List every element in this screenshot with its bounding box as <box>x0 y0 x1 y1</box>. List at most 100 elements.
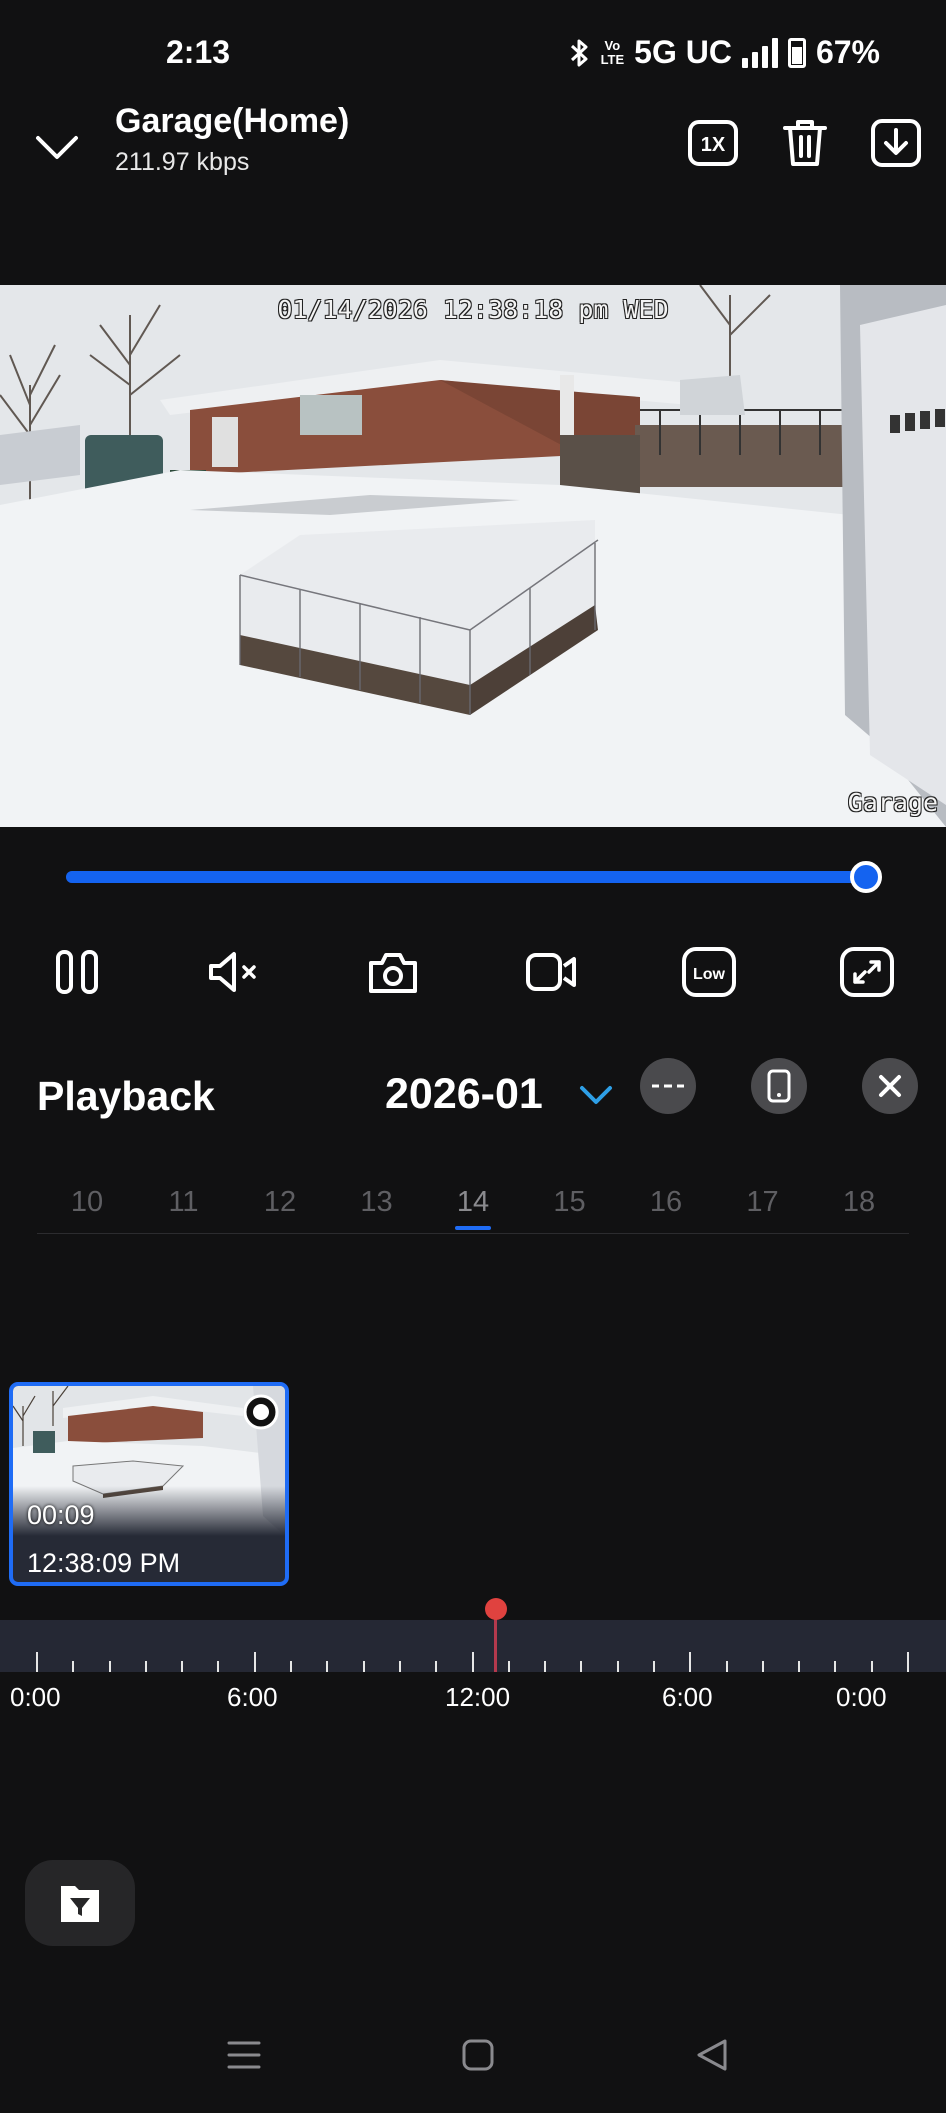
home-button[interactable] <box>448 2020 508 2090</box>
battery-icon <box>787 37 806 68</box>
snapshot-button[interactable] <box>361 940 425 1004</box>
day-item[interactable]: 16 <box>636 1186 696 1219</box>
recording-clip[interactable]: 00:09 12:38:09 PM <box>9 1382 289 1586</box>
timeline-tick <box>144 1661 147 1672</box>
filter-icon <box>61 1886 99 1922</box>
timeline-tick <box>326 1661 329 1672</box>
speed-label: 1X <box>701 134 726 156</box>
download-icon <box>871 119 921 167</box>
day-item[interactable]: 10 <box>57 1186 117 1219</box>
timeline-label: 0:00 <box>836 1682 887 1712</box>
device-storage-button[interactable] <box>751 1058 807 1114</box>
timeline-label: 0:00 <box>10 1682 61 1712</box>
home-icon <box>462 2039 494 2071</box>
timeline-tick <box>72 1661 75 1672</box>
timeline-tick <box>544 1661 547 1672</box>
video-player[interactable]: 01/14/2026 12:38:18 pm WED Garage <box>0 285 946 827</box>
network-type: 5G UC <box>634 34 732 70</box>
close-playback-button[interactable] <box>862 1058 918 1114</box>
clip-duration: 00:09 <box>27 1500 95 1530</box>
close-icon <box>879 1075 901 1097</box>
bitrate-label: 211.97 kbps <box>115 148 250 176</box>
timeline-tick <box>652 1661 655 1672</box>
day-selector: 10 11 12 13 14 15 16 17 18 <box>37 1178 909 1234</box>
timeline-playhead[interactable] <box>494 1612 497 1672</box>
timeline-tick <box>471 1652 474 1672</box>
delete-button[interactable] <box>777 115 833 171</box>
timeline-tick <box>362 1661 365 1672</box>
day-item[interactable]: 14 <box>443 1186 503 1219</box>
progress-fill <box>66 871 866 883</box>
timeline-tick <box>435 1661 438 1672</box>
more-button[interactable] <box>640 1058 696 1114</box>
system-nav-bar <box>0 2020 946 2090</box>
timeline-tick <box>580 1661 583 1672</box>
mute-icon <box>209 952 256 992</box>
battery-percent: 67% <box>815 34 880 70</box>
day-item[interactable]: 11 <box>154 1186 214 1219</box>
chevron-down-icon <box>36 136 78 159</box>
back-triangle-icon <box>697 2039 727 2071</box>
timeline-track[interactable] <box>0 1620 946 1672</box>
day-item[interactable]: 13 <box>347 1186 407 1219</box>
phone-icon <box>767 1069 791 1103</box>
month-dropdown-button[interactable] <box>576 1078 616 1114</box>
pause-icon <box>56 950 98 994</box>
mute-button[interactable] <box>203 940 267 1004</box>
record-icon <box>526 953 576 991</box>
timeline-label: 12:00 <box>445 1682 511 1712</box>
player-controls: Low <box>0 940 946 1004</box>
timeline-tick <box>36 1652 38 1672</box>
speed-button[interactable]: 1X <box>685 115 741 171</box>
month-selector[interactable]: 2026-01 <box>385 1070 543 1119</box>
fullscreen-icon <box>840 947 894 997</box>
chevron-down-icon <box>580 1086 612 1104</box>
quality-button[interactable]: Low <box>677 940 741 1004</box>
status-icons: Vo LTE 5G UC 67% <box>569 34 880 71</box>
snapshot-icon <box>369 953 417 993</box>
fullscreen-button[interactable] <box>835 940 899 1004</box>
timeline-tick <box>870 1661 873 1672</box>
timeline-label: 6:00 <box>227 1682 278 1712</box>
speed-1x-icon: 1X <box>688 120 738 166</box>
record-button[interactable] <box>519 940 583 1004</box>
day-selected-underline <box>455 1226 491 1230</box>
playback-progress[interactable] <box>66 861 882 893</box>
timeline-tick <box>834 1661 837 1672</box>
recents-button[interactable] <box>214 2020 274 2090</box>
day-item[interactable]: 12 <box>250 1186 310 1219</box>
timeline-tick <box>507 1661 510 1672</box>
back-button[interactable] <box>682 2020 742 2090</box>
timeline-tick <box>725 1661 728 1672</box>
menu-icon <box>227 2041 261 2069</box>
timeline-tick <box>616 1661 619 1672</box>
more-icon <box>652 1084 684 1088</box>
filter-button[interactable] <box>25 1860 135 1946</box>
day-item[interactable]: 17 <box>733 1186 793 1219</box>
timeline-playhead-handle[interactable] <box>485 1598 507 1620</box>
day-item[interactable]: 18 <box>829 1186 889 1219</box>
progress-thumb[interactable] <box>850 861 882 893</box>
status-bar: 2:13 Vo LTE 5G UC 67% <box>0 0 946 105</box>
timeline-tick <box>761 1661 764 1672</box>
day-item[interactable]: 15 <box>540 1186 600 1219</box>
player-header: Garage(Home) 211.97 kbps 1X <box>0 100 946 200</box>
quality-label: Low <box>693 966 726 983</box>
timeline-label: 6:00 <box>662 1682 713 1712</box>
download-button[interactable] <box>868 115 924 171</box>
camera-frame <box>0 285 946 827</box>
collapse-button[interactable] <box>30 120 84 174</box>
trash-icon <box>783 120 827 166</box>
pause-button[interactable] <box>45 940 109 1004</box>
motion-badge-icon <box>243 1394 279 1430</box>
video-timestamp: 01/14/2026 12:38:18 pm WED <box>277 295 669 324</box>
quality-low-icon: Low <box>682 947 736 997</box>
bluetooth-icon <box>570 39 588 66</box>
camera-title: Garage(Home) <box>115 102 350 140</box>
signal-icon <box>741 37 778 68</box>
timeline-tick <box>798 1661 801 1672</box>
status-time: 2:13 <box>166 34 231 70</box>
timeline-tick <box>108 1661 111 1672</box>
timeline-tick <box>253 1652 256 1672</box>
timeline-tick <box>290 1661 293 1672</box>
